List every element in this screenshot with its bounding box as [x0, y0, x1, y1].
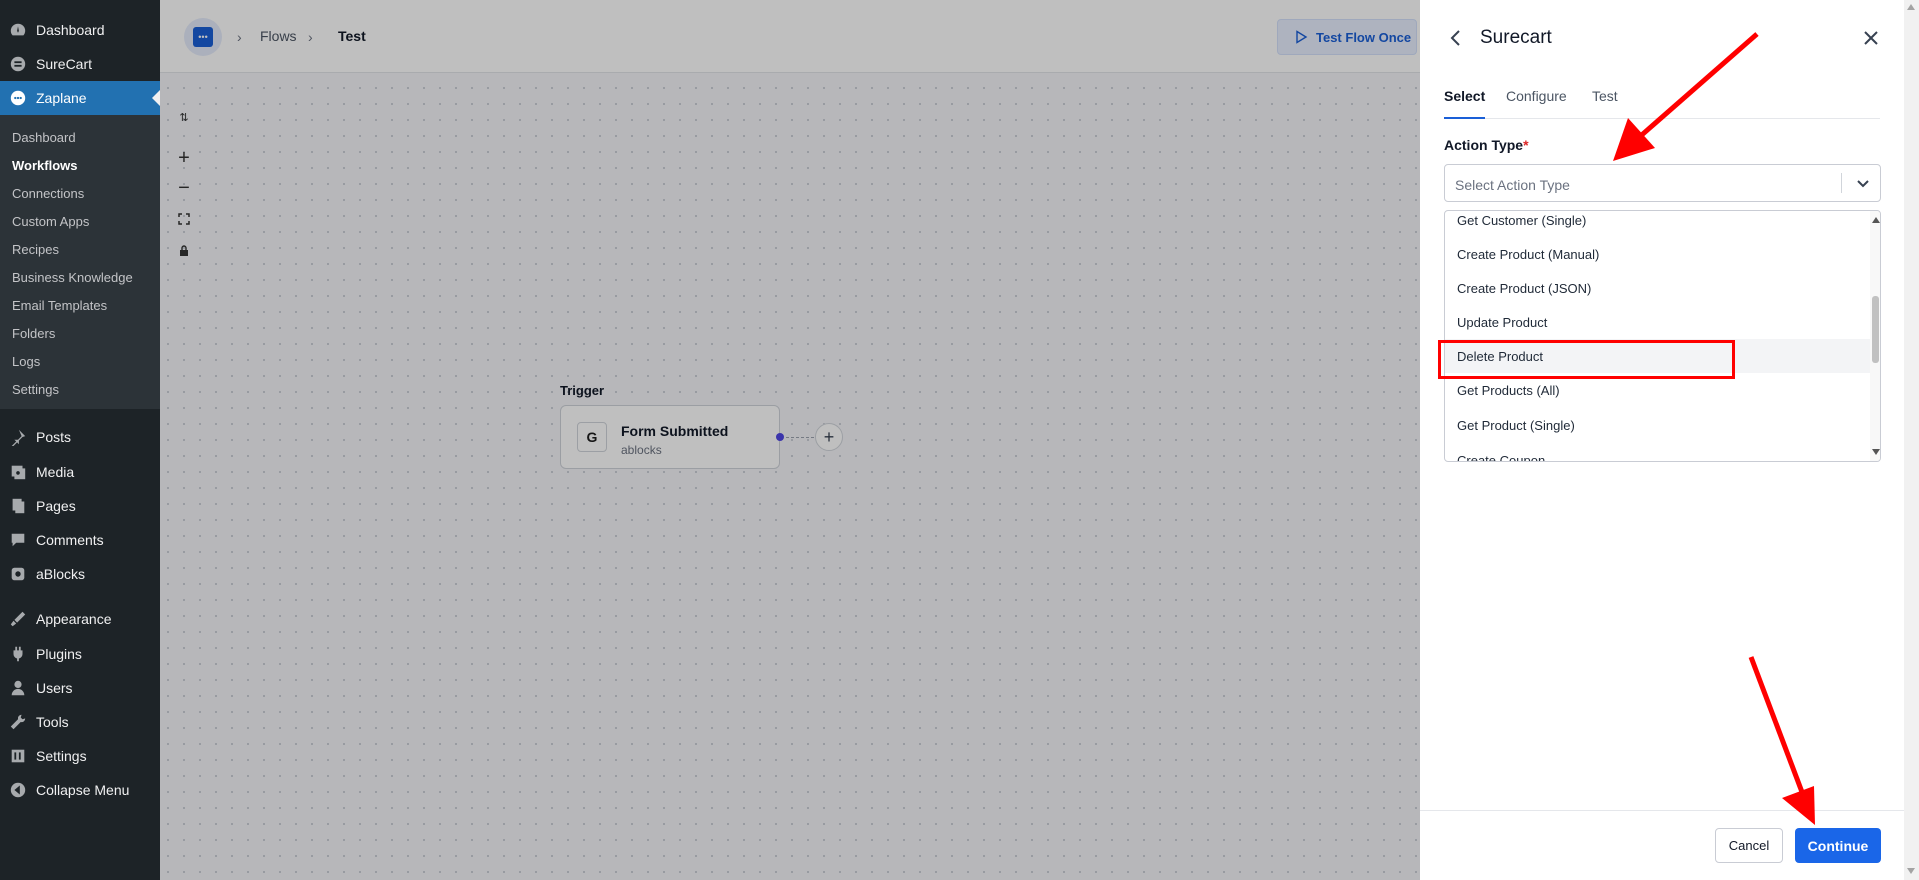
menu-label: Settings [36, 748, 87, 764]
scroll-down-icon[interactable] [1872, 449, 1880, 455]
option-create-product-manual[interactable]: Create Product (Manual) [1445, 237, 1870, 271]
plugins-icon [0, 645, 36, 663]
submenu-business-knowledge[interactable]: Business Knowledge [0, 263, 160, 291]
menu-appearance[interactable]: Appearance [0, 602, 160, 636]
page-scrollbar[interactable] [1904, 0, 1919, 880]
modal-overlay[interactable] [160, 0, 1420, 880]
scroll-down-icon[interactable] [1907, 868, 1915, 874]
action-type-dropdown: Get Customer (Single) Create Product (Ma… [1444, 210, 1881, 462]
menu-settings[interactable]: Settings [0, 739, 160, 773]
option-create-product-json[interactable]: Create Product (JSON) [1445, 271, 1870, 305]
panel-title: Surecart [1480, 27, 1552, 48]
menu-dashboard[interactable]: Dashboard [0, 13, 160, 47]
menu-label: Plugins [36, 646, 82, 662]
submenu-logs[interactable]: Logs [0, 347, 160, 375]
collapse-icon [0, 781, 36, 799]
select-placeholder: Select Action Type [1455, 177, 1570, 193]
menu-label: Appearance [36, 611, 112, 627]
option-get-product-single[interactable]: Get Product (Single) [1445, 408, 1870, 442]
menu-label: Zaplane [36, 90, 87, 106]
tab-select[interactable]: Select [1444, 88, 1486, 119]
action-type-label-text: Action Type [1444, 137, 1524, 153]
zaplane-submenu: Dashboard Workflows Connections Custom A… [0, 115, 160, 409]
menu-pages[interactable]: Pages [0, 489, 160, 523]
chevron-down-icon[interactable] [1853, 173, 1873, 193]
back-arrow-icon[interactable] [1446, 28, 1466, 48]
menu-tools[interactable]: Tools [0, 705, 160, 739]
menu-label: Collapse Menu [36, 782, 130, 798]
comments-icon [0, 531, 36, 549]
dropdown-scrollbar[interactable] [1870, 211, 1880, 461]
option-update-product[interactable]: Update Product [1445, 305, 1870, 339]
menu-posts[interactable]: Posts [0, 420, 160, 454]
appearance-icon [0, 610, 36, 628]
close-icon[interactable] [1861, 28, 1881, 48]
submenu-email-templates[interactable]: Email Templates [0, 291, 160, 319]
annotation-highlight-box [1438, 340, 1735, 379]
menu-label: Pages [36, 498, 76, 514]
ablocks-icon [0, 565, 36, 583]
submenu-settings[interactable]: Settings [0, 375, 160, 403]
tab-test[interactable]: Test [1592, 88, 1618, 119]
menu-ablocks[interactable]: aBlocks [0, 557, 160, 591]
action-type-label: Action Type* [1444, 137, 1529, 153]
dashboard-icon [0, 21, 36, 39]
pin-icon [0, 428, 36, 446]
scroll-up-icon[interactable] [1872, 217, 1880, 223]
menu-label: Dashboard [36, 22, 105, 38]
option-create-coupon[interactable]: Create Coupon [1445, 443, 1870, 462]
option-get-customer-single[interactable]: Get Customer (Single) [1445, 211, 1870, 237]
action-type-select[interactable]: Select Action Type [1444, 164, 1881, 202]
submenu-custom-apps[interactable]: Custom Apps [0, 207, 160, 235]
menu-users[interactable]: Users [0, 671, 160, 705]
menu-zaplane[interactable]: Zaplane [0, 81, 160, 115]
panel-footer: Cancel Continue [1420, 810, 1904, 880]
submenu-connections[interactable]: Connections [0, 179, 160, 207]
scroll-up-icon[interactable] [1907, 4, 1915, 10]
submenu-dashboard[interactable]: Dashboard [0, 123, 160, 151]
menu-label: Tools [36, 714, 69, 730]
scroll-thumb[interactable] [1872, 296, 1879, 363]
menu-label: Users [36, 680, 73, 696]
menu-label: Comments [36, 532, 104, 548]
zaplane-icon [0, 89, 36, 107]
users-icon [0, 679, 36, 697]
continue-button[interactable]: Continue [1795, 828, 1881, 863]
required-mark: * [1523, 137, 1529, 153]
submenu-workflows[interactable]: Workflows [0, 151, 160, 179]
admin-sidebar: Dashboard SureCart Zaplane Dashboard Wor… [0, 0, 160, 880]
menu-surecart[interactable]: SureCart [0, 47, 160, 81]
menu-collapse[interactable]: Collapse Menu [0, 773, 160, 807]
tab-configure[interactable]: Configure [1506, 88, 1567, 119]
tools-icon [0, 713, 36, 731]
menu-label: Media [36, 464, 75, 480]
menu-label: SureCart [36, 56, 93, 72]
media-icon [0, 463, 36, 481]
menu-label: aBlocks [36, 566, 86, 582]
cancel-button[interactable]: Cancel [1715, 828, 1783, 863]
submenu-folders[interactable]: Folders [0, 319, 160, 347]
menu-media[interactable]: Media [0, 455, 160, 489]
menu-label: Posts [36, 429, 72, 445]
submenu-recipes[interactable]: Recipes [0, 235, 160, 263]
menu-comments[interactable]: Comments [0, 523, 160, 557]
settings-icon [0, 747, 36, 765]
select-separator [1841, 173, 1842, 193]
panel-tabs: Select Configure Test [1444, 86, 1880, 119]
surecart-icon [0, 55, 36, 73]
pages-icon [0, 497, 36, 515]
action-panel: Surecart Select Configure Test Action Ty… [1420, 0, 1904, 880]
menu-plugins[interactable]: Plugins [0, 637, 160, 671]
